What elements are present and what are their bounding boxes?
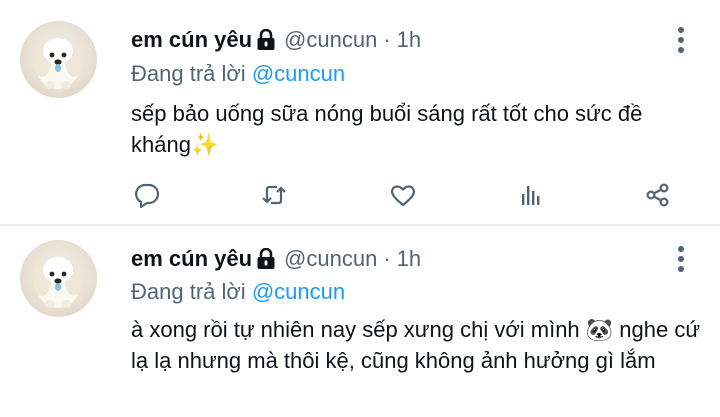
share-icon[interactable] [641,178,675,212]
more-vertical-icon[interactable] [676,27,686,53]
tweet-header: em cún yêu @cuncun · 1h [131,25,421,55]
timestamp[interactable]: 1h [397,246,421,272]
analytics-icon[interactable] [514,178,548,212]
avatar[interactable] [20,21,97,98]
tweet[interactable]: em cún yêu @cuncun · 1h Đang trả lời @cu… [0,0,720,225]
replying-to: Đang trả lời @cuncun [131,279,345,305]
tweet-actions [0,178,720,214]
replying-to-label: Đang trả lời [131,61,246,86]
tweet-text: à xong rồi tự nhiên nay sếp xưng chị với… [131,317,701,373]
tweet-text: sếp bảo uống sữa nóng buổi sáng rất tốt … [131,101,643,157]
display-name[interactable]: em cún yêu [131,27,252,53]
more-vertical-icon[interactable] [676,246,686,272]
replying-to-label: Đang trả lời [131,279,246,304]
avatar[interactable] [20,240,97,317]
replying-to: Đang trả lời @cuncun [131,61,345,87]
reply-mention-link[interactable]: @cuncun [252,61,345,86]
reply-mention-link[interactable]: @cuncun [252,279,345,304]
retweet-icon[interactable] [257,178,291,212]
separator-dot: · [383,27,391,52]
puppy-avatar-image [33,38,83,89]
display-name[interactable]: em cún yêu [131,246,252,272]
lock-icon [256,247,276,270]
reply-icon[interactable] [130,178,164,212]
separator-dot: · [383,246,391,271]
user-handle[interactable]: @cuncun [284,246,377,272]
tweet-header: em cún yêu @cuncun · 1h [131,244,421,274]
puppy-avatar-image [33,257,83,308]
like-icon[interactable] [386,178,420,212]
timestamp[interactable]: 1h [397,27,421,53]
lock-icon [256,28,276,51]
user-handle[interactable]: @cuncun [284,27,377,53]
tweet[interactable]: em cún yêu @cuncun · 1h Đang trả lời @cu… [0,226,720,417]
